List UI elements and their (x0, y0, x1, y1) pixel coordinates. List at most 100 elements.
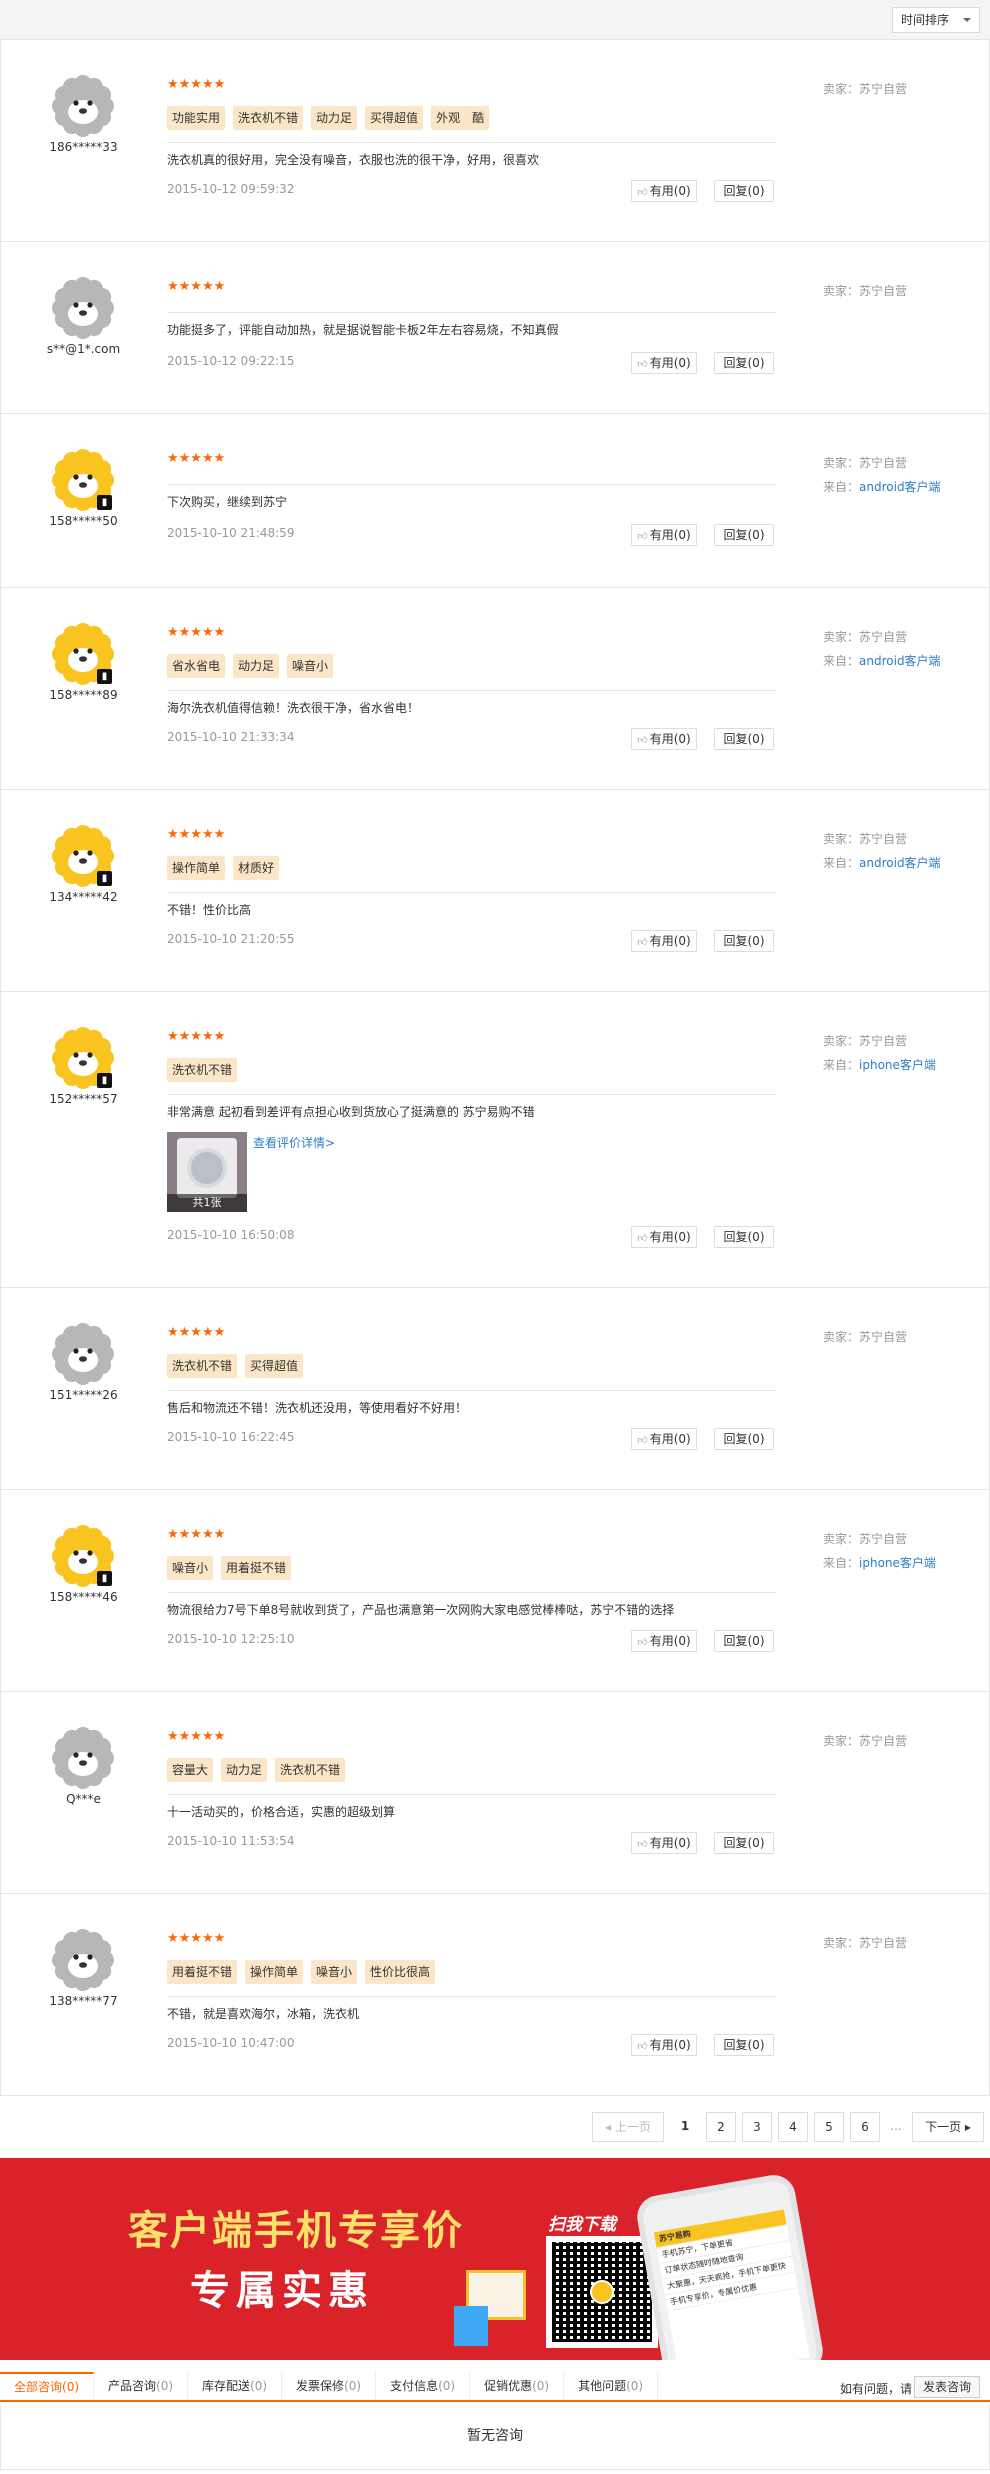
useful-label: 有用(0) (649, 2038, 691, 2052)
username: 138*****77 (49, 1994, 118, 2008)
seller-info: 卖家：苏宁自营 (823, 80, 907, 97)
tab-invoice-warranty[interactable]: 发票保修(0) (282, 2372, 377, 2400)
tab-stock-delivery[interactable]: 库存配送(0) (188, 2372, 283, 2400)
reply-button[interactable]: 回复(0) (714, 524, 774, 546)
useful-button[interactable]: 👍︎ 有用(0) (631, 1226, 697, 1248)
source-prefix: 来自： (823, 480, 860, 494)
chevron-down-icon (963, 18, 971, 22)
review-text: 物流很给力7号下单8号就收到货了，产品也满意第一次网购大家电感觉棒棒哒，苏宁不错… (167, 1603, 675, 1617)
useful-button[interactable]: 👍︎ 有用(0) (631, 2034, 697, 2056)
review-date: 2015-10-10 12:25:10 (167, 1632, 295, 1646)
reply-button[interactable]: 回复(0) (714, 1226, 774, 1248)
source-client-link[interactable]: iphone客户端 (859, 1556, 936, 1570)
review-tag: 性价比很高 (365, 1960, 436, 1984)
mobile-badge-icon: ▮ (97, 871, 112, 886)
reply-button[interactable]: 回复(0) (714, 2034, 774, 2056)
seller-name: 苏宁自营 (859, 284, 908, 298)
review-item: Q***e ★★★★★ 容量大 动力足 洗衣机不错 十一活动买的，价格合适，实惠的超级划算… (0, 1692, 990, 1894)
tab-other[interactable]: 其他问题(0) (564, 2372, 659, 2400)
review-tag: 洗衣机不错 (233, 106, 304, 130)
sort-dropdown[interactable]: 时间排序 (892, 7, 980, 33)
useful-button[interactable]: 👍︎ 有用(0) (631, 930, 697, 952)
tab-payment-info[interactable]: 支付信息(0) (376, 2372, 471, 2400)
divider (167, 312, 777, 313)
thumbs-up-icon: 👍︎ (637, 359, 648, 370)
reply-button[interactable]: 回复(0) (714, 352, 774, 374)
tab-count: (0) (438, 2379, 456, 2393)
useful-button[interactable]: 👍︎ 有用(0) (631, 1630, 697, 1652)
star-rating: ★★★★★ (167, 1325, 226, 1340)
reply-button[interactable]: 回复(0) (714, 1428, 774, 1450)
tab-label: 支付信息 (390, 2379, 439, 2393)
tab-label: 发票保修 (296, 2379, 345, 2393)
ask-question-button[interactable]: 发表咨询 (914, 2376, 980, 2398)
tab-promotion[interactable]: 促销优惠(0) (470, 2372, 565, 2400)
pagination: ◂ 上一页 1 2 3 4 5 6 ... 下一页 ▸ (592, 2112, 984, 2142)
tab-label: 产品咨询 (108, 2379, 157, 2393)
page-5[interactable]: 5 (814, 2112, 844, 2142)
star-rating: ★★★★★ (167, 1729, 226, 1744)
divider (167, 1996, 777, 1997)
tab-count: (0) (62, 2380, 80, 2394)
useful-button[interactable]: 👍︎ 有用(0) (631, 728, 697, 750)
tag-list: 洗衣机不错 买得超值 (167, 1354, 304, 1378)
review-tag: 省水省电 (167, 654, 226, 678)
source-client-link[interactable]: iphone客户端 (859, 1058, 936, 1072)
useful-label: 有用(0) (649, 356, 691, 370)
tab-all-consult[interactable]: 全部咨询(0) (0, 2372, 95, 2400)
tag-list: 容量大 动力足 洗衣机不错 (167, 1758, 346, 1782)
page-3[interactable]: 3 (742, 2112, 772, 2142)
tag-list: 噪音小 用着挺不错 (167, 1556, 292, 1580)
review-tag: 噪音小 (167, 1556, 214, 1580)
seller-name: 苏宁自营 (859, 1936, 908, 1950)
review-tag: 操作简单 (245, 1960, 304, 1984)
tab-product-consult[interactable]: 产品咨询(0) (94, 2372, 189, 2400)
source-client-link[interactable]: android客户端 (859, 856, 941, 870)
reply-button[interactable]: 回复(0) (714, 728, 774, 750)
reply-button[interactable]: 回复(0) (714, 930, 774, 952)
review-text: 不错！性价比高 (167, 903, 252, 917)
seller-name: 苏宁自营 (859, 832, 908, 846)
next-page-button[interactable]: 下一页 ▸ (912, 2112, 984, 2142)
source-prefix: 来自： (823, 654, 860, 668)
reply-button[interactable]: 回复(0) (714, 180, 774, 202)
review-item: ▮ 158*****50 ★★★★★ 下次购买，继续到苏宁 2015-10-10 21:… (0, 414, 990, 588)
empty-consult-message: 暂无咨询 (0, 2404, 990, 2470)
review-tag: 洗衣机不错 (167, 1058, 238, 1082)
tag-list: 用着挺不错 操作简单 噪音小 性价比很高 (167, 1960, 436, 1984)
source-info: 来自：android客户端 (823, 478, 941, 495)
divider (167, 1094, 777, 1095)
review-photo[interactable]: 共1张 (167, 1132, 247, 1212)
divider (167, 484, 777, 485)
prev-page-button[interactable]: ◂ 上一页 (592, 2112, 664, 2142)
useful-button[interactable]: 👍︎ 有用(0) (631, 1428, 697, 1450)
review-text: 洗衣机真的很好用，完全没有噪音，衣服也洗的很干净，好用，很喜欢 (167, 153, 540, 167)
page-4[interactable]: 4 (778, 2112, 808, 2142)
page-6[interactable]: 6 (850, 2112, 880, 2142)
view-review-details-link[interactable]: 查看评价详情> (253, 1134, 335, 1151)
page-2[interactable]: 2 (706, 2112, 736, 2142)
useful-button[interactable]: 👍︎ 有用(0) (631, 1832, 697, 1854)
reply-button[interactable]: 回复(0) (714, 1832, 774, 1854)
reply-button[interactable]: 回复(0) (714, 1630, 774, 1652)
app-download-banner[interactable]: 客户端手机专享价 专属实惠 扫我下载 苏宁易购 手机苏宁，下单更省 订单状态随时… (0, 2158, 990, 2360)
seller-info: 卖家：苏宁自营 (823, 628, 907, 645)
page-1[interactable]: 1 (670, 2112, 700, 2142)
seller-info: 卖家：苏宁自营 (823, 1732, 907, 1749)
seller-info: 卖家：苏宁自营 (823, 1328, 907, 1345)
review-date: 2015-10-10 21:33:34 (167, 730, 295, 744)
review-tag: 噪音小 (287, 654, 334, 678)
useful-button[interactable]: 👍︎ 有用(0) (631, 524, 697, 546)
review-item: ▮ 158*****89 ★★★★★ 省水省电 动力足 噪音小 海尔洗衣机值得信赖！洗衣很干… (0, 588, 990, 790)
banner-title: 客户端手机专享价 (128, 2208, 464, 2254)
review-tag: 噪音小 (311, 1960, 358, 1984)
star-rating: ★★★★★ (167, 77, 226, 92)
divider (167, 1592, 777, 1593)
star-rating: ★★★★★ (167, 451, 226, 466)
source-client-link[interactable]: android客户端 (859, 480, 941, 494)
avatar (51, 1928, 115, 1992)
review-text: 售后和物流还不错！洗衣机还没用，等使用看好不好用！ (167, 1401, 468, 1415)
useful-button[interactable]: 👍︎ 有用(0) (631, 352, 697, 374)
useful-button[interactable]: 👍︎ 有用(0) (631, 180, 697, 202)
source-client-link[interactable]: android客户端 (859, 654, 941, 668)
